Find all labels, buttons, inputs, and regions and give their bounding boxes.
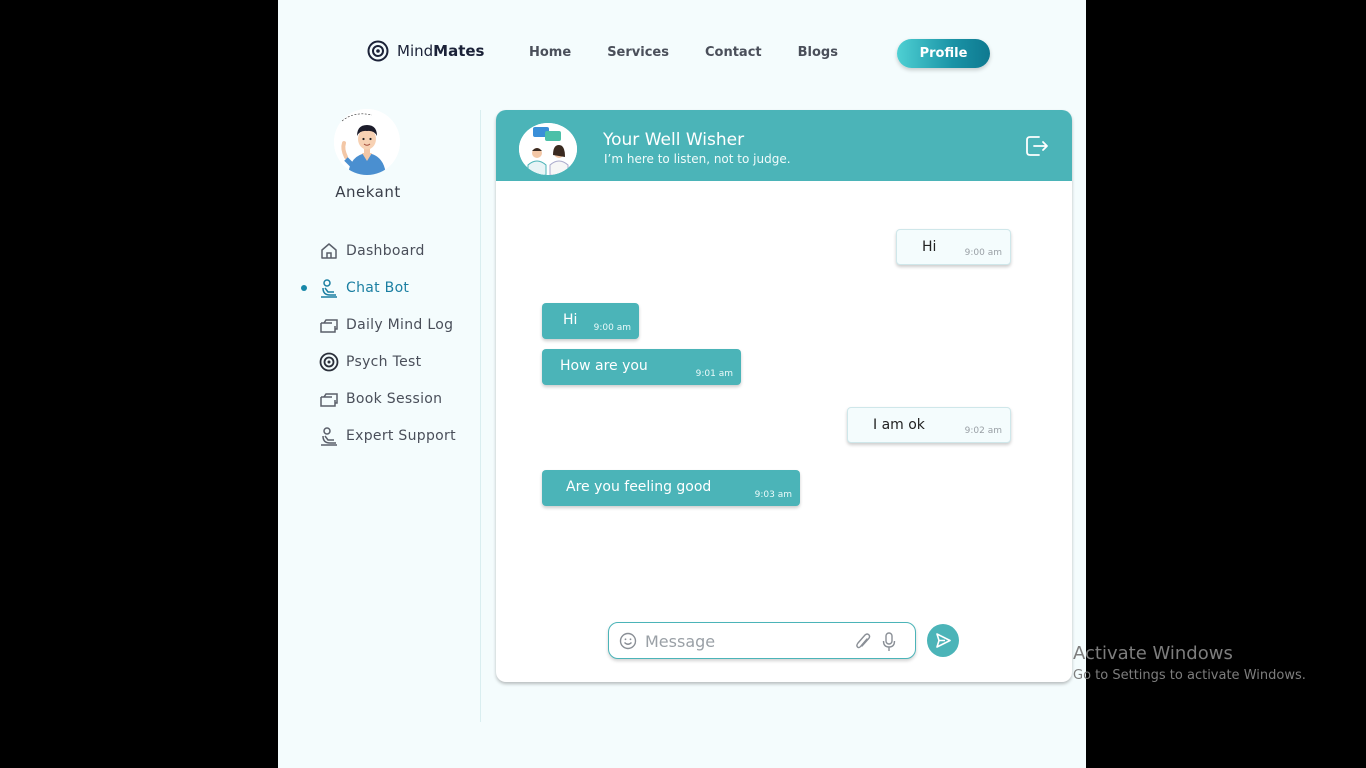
message-time: 9:00 am (964, 248, 1002, 258)
bot-avatar-illustration (519, 123, 577, 175)
sidebar-divider (480, 110, 481, 722)
chat-panel: Your Well Wisher I’m here to listen, not… (496, 110, 1072, 682)
support-icon (321, 427, 337, 446)
brain-logo-icon (367, 40, 389, 62)
windows-activation-subtitle: Go to Settings to activate Windows. (1073, 668, 1306, 683)
chat-header: Your Well Wisher I’m here to listen, not… (496, 110, 1072, 181)
bot-tagline: I’m here to listen, not to judge. (604, 152, 791, 166)
emoji-icon[interactable] (619, 632, 637, 650)
windows-activation-title: Activate Windows (1073, 643, 1233, 664)
home-icon (321, 243, 337, 259)
user-avatar[interactable] (334, 109, 400, 175)
nav-services[interactable]: Services (607, 45, 669, 60)
page: MindMates Home Services Contact Blogs Pr… (278, 0, 1086, 768)
nav-contact[interactable]: Contact (705, 45, 762, 60)
message-time: 9:01 am (695, 369, 733, 379)
sidebar-item-label: Expert Support (346, 428, 456, 444)
message-text: Hi (922, 239, 937, 255)
attachment-icon[interactable] (854, 632, 872, 652)
message-bubble-bot: Are you feeling good 9:03 am (542, 470, 800, 506)
sidebar-item-label: Dashboard (346, 243, 425, 259)
active-indicator (301, 285, 307, 291)
send-button[interactable] (927, 624, 959, 657)
message-bubble-bot: How are you 9:01 am (542, 349, 741, 385)
user-avatar-illustration (334, 109, 400, 175)
message-time: 9:03 am (754, 490, 792, 500)
logout-icon[interactable] (1025, 133, 1049, 159)
message-bubble-user: I am ok 9:02 am (847, 407, 1011, 443)
chat-bot-icon (321, 279, 337, 298)
message-time: 9:02 am (964, 426, 1002, 436)
nav-home[interactable]: Home (529, 45, 571, 60)
sidebar-item-label: Daily Mind Log (346, 317, 454, 333)
microphone-icon[interactable] (882, 632, 896, 652)
user-name: Anekant (335, 183, 401, 201)
sidebar-item-label: Psych Test (346, 354, 422, 370)
target-icon (319, 352, 339, 372)
message-bubble-user: Hi 9:00 am (896, 229, 1011, 265)
brand-logo[interactable]: MindMates (367, 40, 484, 62)
sidebar-item-label: Book Session (346, 391, 443, 407)
top-nav: Home Services Contact Blogs (529, 45, 838, 60)
bot-avatar (519, 123, 577, 175)
message-text: Hi (563, 312, 578, 328)
log-icon (320, 319, 338, 333)
send-icon (936, 633, 951, 648)
message-time: 9:00 am (593, 323, 631, 333)
message-text: I am ok (873, 417, 925, 433)
message-input[interactable] (645, 629, 845, 653)
message-input-box (608, 622, 916, 659)
brand-name: MindMates (397, 42, 485, 60)
nav-blogs[interactable]: Blogs (798, 45, 838, 60)
message-text: How are you (560, 358, 648, 374)
bot-name: Your Well Wisher (603, 130, 745, 150)
book-icon (320, 393, 338, 407)
message-text: Are you feeling good (566, 479, 712, 495)
message-bubble-bot: Hi 9:00 am (542, 303, 639, 339)
sidebar-item-label: Chat Bot (346, 280, 410, 296)
profile-button[interactable]: Profile (897, 39, 990, 68)
